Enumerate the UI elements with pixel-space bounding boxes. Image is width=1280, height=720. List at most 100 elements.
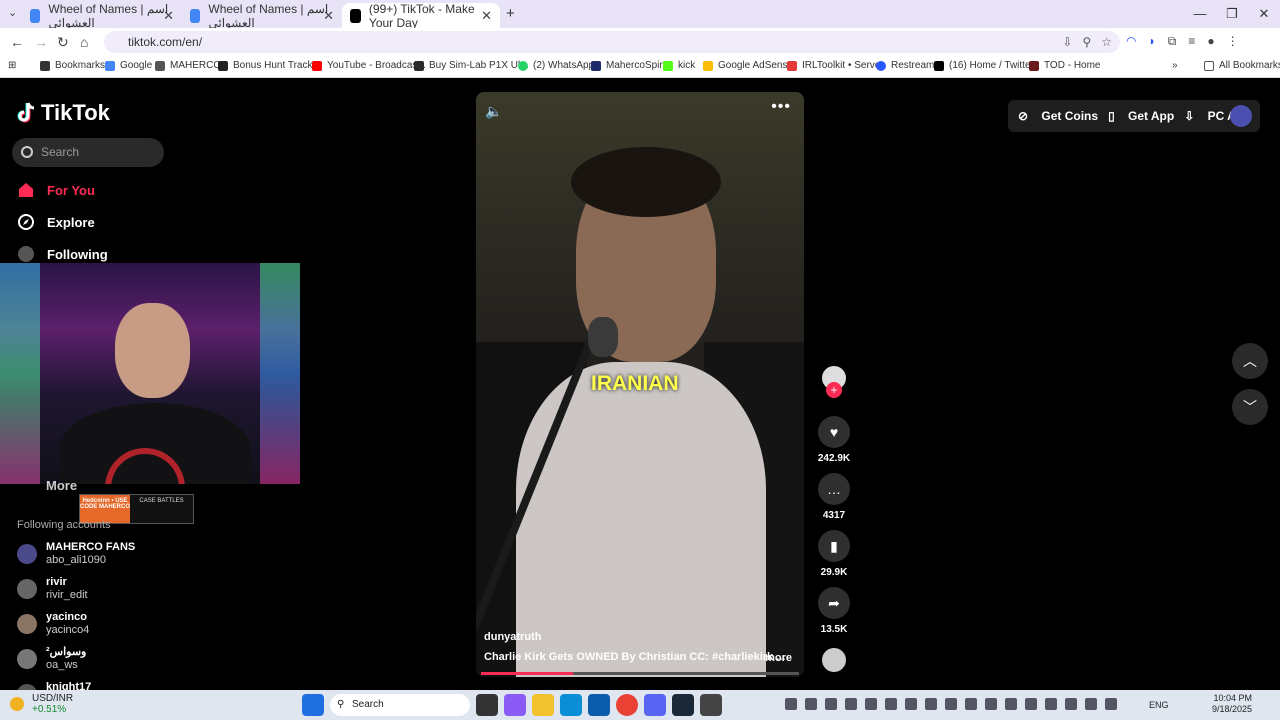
apps-icon[interactable]: ⊞: [8, 60, 16, 71]
tab-wheel-1[interactable]: Wheel of Names | اسم العشوائي ✕: [22, 2, 182, 30]
install-icon[interactable]: ⇩: [1062, 31, 1072, 53]
tray-icon[interactable]: [1005, 698, 1017, 710]
menu-icon[interactable]: ⋮: [1227, 34, 1239, 49]
back-icon[interactable]: ←: [10, 34, 24, 50]
nav-for-you[interactable]: For You: [17, 181, 95, 199]
video-progress-bar[interactable]: [481, 672, 799, 675]
profile-avatar[interactable]: [1230, 105, 1252, 127]
tray-icon[interactable]: [785, 698, 797, 710]
all-bookmarks[interactable]: All Bookmarks: [1204, 60, 1280, 71]
tray-icon[interactable]: [985, 698, 997, 710]
windows-start-icon[interactable]: [302, 694, 324, 716]
tray-icon[interactable]: [825, 698, 837, 710]
chevron-right-icon[interactable]: »: [1172, 60, 1178, 71]
more-link[interactable]: more: [765, 652, 792, 664]
zoom-icon[interactable]: ⚲: [1082, 31, 1091, 53]
tray-icon[interactable]: [1085, 698, 1097, 710]
tab-tiktok[interactable]: (99+) TikTok - Make Your Day ✕: [342, 2, 500, 30]
tray-icon[interactable]: [865, 698, 877, 710]
bookmark-item[interactable]: TOD - Home: [1029, 60, 1101, 71]
tray-icon[interactable]: [945, 698, 957, 710]
bookmark-item[interactable]: Google: [105, 60, 152, 71]
tab-wheel-2[interactable]: Wheel of Names | اسم العشوائي ✕: [182, 2, 342, 30]
get-coins-button[interactable]: ⊘ Get Coins: [1018, 109, 1098, 123]
author-avatar[interactable]: +: [815, 366, 853, 398]
bookmark-item[interactable]: (2) WhatsApp: [518, 60, 594, 71]
extension-icon[interactable]: ◠: [1126, 34, 1136, 49]
tray-icon[interactable]: [965, 698, 977, 710]
task-view-icon[interactable]: [476, 694, 498, 716]
bookmark-item[interactable]: kick: [663, 60, 695, 71]
taskbar-search[interactable]: ⚲ Search: [330, 694, 470, 716]
tray-icon[interactable]: [805, 698, 817, 710]
close-icon[interactable]: ✕: [323, 8, 334, 24]
nav-following[interactable]: Following: [17, 245, 108, 263]
more-options-icon[interactable]: •••: [771, 98, 791, 116]
clock[interactable]: 10:04 PM 9/18/2025: [1212, 693, 1252, 715]
account-item[interactable]: yacinco yacinco4: [17, 611, 89, 637]
get-app-button[interactable]: ▯ Get App: [1108, 109, 1174, 123]
chrome-icon[interactable]: [616, 694, 638, 716]
tray-icon[interactable]: [1045, 698, 1057, 710]
tray-icon[interactable]: [885, 698, 897, 710]
account-item[interactable]: MAHERCO FANS abo_ali1090: [17, 541, 135, 567]
like-button[interactable]: ♥ 242.9K: [815, 416, 853, 464]
sound-avatar[interactable]: [815, 648, 853, 672]
reload-icon[interactable]: ↻: [57, 34, 69, 51]
url-input[interactable]: tiktok.com/en/ ⇩ ⚲ ☆: [104, 31, 1120, 53]
close-icon[interactable]: ✕: [481, 8, 492, 24]
media-icon[interactable]: ≡: [1188, 34, 1195, 49]
discord-icon[interactable]: [644, 694, 666, 716]
bookmark-item[interactable]: YouTube - Broadcas...: [312, 60, 426, 71]
nav-explore[interactable]: Explore: [17, 213, 95, 231]
account-item[interactable]: rivir rivir_edit: [17, 576, 88, 602]
steam-icon[interactable]: [672, 694, 694, 716]
close-icon[interactable]: ✕: [163, 8, 174, 24]
bookmark-star-icon[interactable]: ☆: [1101, 31, 1112, 53]
tray-icon[interactable]: [1065, 698, 1077, 710]
bookmark-item[interactable]: Bonus Hunt Tracker: [218, 60, 321, 71]
forward-icon[interactable]: →: [34, 34, 48, 50]
save-button[interactable]: ▮ 29.9K: [815, 530, 853, 578]
new-tab-button[interactable]: +: [506, 5, 515, 22]
file-explorer-icon[interactable]: [532, 694, 554, 716]
bookmark-item[interactable]: Buy Sim-Lab P1X Ul...: [414, 60, 528, 71]
search-input[interactable]: Search: [12, 138, 164, 167]
tray-icon[interactable]: [845, 698, 857, 710]
bookmark-item[interactable]: MahercoSpin: [591, 60, 665, 71]
previous-video-button[interactable]: ︿: [1232, 343, 1268, 379]
window-close-icon[interactable]: ✕: [1248, 0, 1280, 28]
share-button[interactable]: ➦ 13.5K: [815, 587, 853, 635]
puzzle-icon[interactable]: ⧉: [1168, 34, 1177, 49]
home-icon[interactable]: ⌂: [80, 34, 88, 50]
account-item[interactable]: وسواس² oa_ws: [17, 646, 86, 672]
tab-search-icon[interactable]: ⌄: [8, 6, 17, 19]
video-author[interactable]: dunyatruth: [484, 631, 541, 643]
tray-icon[interactable]: [925, 698, 937, 710]
language-indicator[interactable]: ENG: [1149, 700, 1169, 710]
extension-icon[interactable]: ◗: [1148, 34, 1155, 49]
comment-button[interactable]: … 4317: [815, 473, 853, 521]
bookmark-item[interactable]: Google AdSense: [703, 60, 793, 71]
bookmark-item[interactable]: (16) Home / Twitter: [934, 60, 1034, 71]
app-icon[interactable]: [700, 694, 722, 716]
video-player[interactable]: IRANIAN 🔈 ••• dunyatruth Charlie Kirk Ge…: [476, 92, 804, 677]
next-video-button[interactable]: ﹀: [1232, 389, 1268, 425]
store-icon[interactable]: [588, 694, 610, 716]
tiktok-logo[interactable]: TikTok: [17, 100, 110, 126]
nav-more[interactable]: More: [46, 478, 77, 493]
profile-avatar[interactable]: ●: [1207, 34, 1214, 49]
follow-plus-icon[interactable]: +: [826, 382, 842, 398]
bookmark-item[interactable]: IRLToolkit • Server: [787, 60, 884, 71]
stock-widget[interactable]: USD/INR +0.51%: [10, 693, 73, 715]
volume-icon[interactable]: 🔈: [485, 103, 502, 120]
tray-icon[interactable]: [905, 698, 917, 710]
restore-icon[interactable]: ❐: [1216, 0, 1248, 28]
copilot-icon[interactable]: [504, 694, 526, 716]
bookmark-item[interactable]: Restream: [876, 60, 934, 71]
edge-icon[interactable]: [560, 694, 582, 716]
minimize-icon[interactable]: —: [1184, 0, 1216, 28]
tray-icon[interactable]: [1025, 698, 1037, 710]
bookmark-item[interactable]: Bookmarks: [40, 60, 105, 71]
tray-icon[interactable]: [1105, 698, 1117, 710]
